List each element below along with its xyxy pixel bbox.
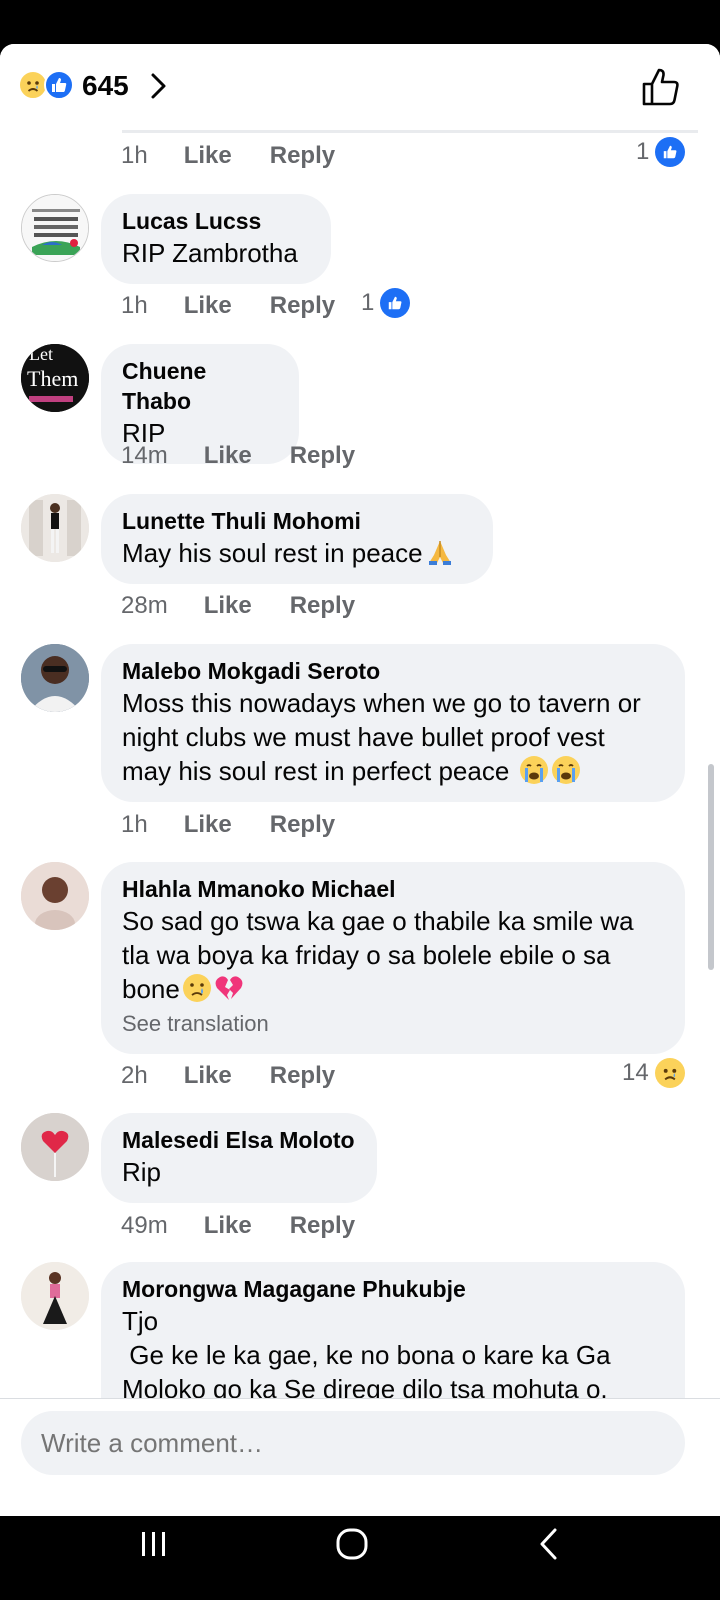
avatar[interactable] <box>21 194 89 262</box>
reactions-header: 645 <box>0 44 720 130</box>
like-link[interactable]: Like <box>204 592 252 620</box>
comment-bubble[interactable]: Hlahla Mmanoko Michael So sad go tswa ka… <box>101 862 685 1054</box>
comment-author[interactable]: Chuene Thabo <box>122 356 278 416</box>
like-icon <box>380 288 411 318</box>
chevron-right-icon[interactable] <box>146 72 172 100</box>
comment-composer <box>0 1398 720 1516</box>
loudly-crying-icon <box>551 755 581 785</box>
reply-link[interactable]: Reply <box>290 1212 355 1240</box>
comment-text-content: May his soul rest in peace <box>122 538 423 568</box>
comment-actions: 1h Like Reply <box>121 290 335 322</box>
comment-author[interactable]: Lucas Lucss <box>122 206 310 236</box>
avatar[interactable] <box>21 1262 89 1330</box>
reply-link[interactable]: Reply <box>270 142 335 170</box>
praying-hands-icon <box>425 537 455 567</box>
comment-text: Rip <box>122 1157 162 1187</box>
svg-text:Let: Let <box>29 344 53 364</box>
comment-time: 14m <box>121 442 168 469</box>
reply-link[interactable]: Reply <box>270 292 335 320</box>
reaction-number: 1 <box>636 138 650 165</box>
thumbs-up-icon[interactable] <box>640 66 682 108</box>
avatar[interactable]: Let Them <box>21 344 89 412</box>
comment-bubble[interactable]: Malesedi Elsa Moloto Rip <box>101 1113 377 1203</box>
comment-actions: 1h Like Reply <box>121 140 335 172</box>
comment-author[interactable]: Malesedi Elsa Moloto <box>122 1125 356 1155</box>
comment-time: 1h <box>121 292 148 319</box>
reply-link[interactable]: Reply <box>290 592 355 620</box>
avatar[interactable] <box>21 1113 89 1181</box>
home-icon[interactable] <box>330 1522 374 1566</box>
comment-actions: 1h Like Reply <box>121 809 335 841</box>
reply-link[interactable]: Reply <box>270 1062 335 1090</box>
comment-text: May his soul rest in peace <box>122 536 472 570</box>
comment-time: 49m <box>121 1212 168 1239</box>
like-reaction-icon <box>44 70 74 100</box>
comment-reaction-count[interactable]: 14 <box>622 1058 685 1088</box>
comment-text: Tjo Ge ke le ka gae, ke no bona o kare k… <box>122 1306 611 1404</box>
comment-bubble[interactable]: Lunette Thuli Mohomi May his soul rest i… <box>101 494 493 584</box>
crying-face-icon <box>182 973 212 1003</box>
comment-bubble[interactable]: Malebo Mokgadi Seroto Moss this nowadays… <box>101 644 685 802</box>
status-bar <box>0 0 720 44</box>
sad-reaction-icon <box>654 1058 685 1088</box>
comment-actions: 14m Like Reply <box>121 440 355 472</box>
comment-text: So sad go tswa ka gae o thabile ka smile… <box>122 904 664 1006</box>
see-translation-link[interactable]: See translation <box>122 1008 664 1040</box>
divider <box>122 130 698 133</box>
comments-sheet: 645 1h Like Reply 1 Lucas Lucss RIP Zamb… <box>0 44 720 1516</box>
reaction-number: 1 <box>361 289 375 316</box>
broken-heart-icon <box>214 973 244 1003</box>
loudly-crying-icon <box>519 755 549 785</box>
comment-actions: 2h Like Reply <box>121 1060 335 1092</box>
reply-link[interactable]: Reply <box>270 811 335 839</box>
avatar[interactable] <box>21 644 89 712</box>
comment-bubble[interactable]: Lucas Lucss RIP Zambrotha <box>101 194 331 284</box>
reaction-count[interactable]: 645 <box>82 70 129 102</box>
like-link[interactable]: Like <box>184 292 232 320</box>
comment-author[interactable]: Lunette Thuli Mohomi <box>122 506 472 536</box>
reply-link[interactable]: Reply <box>290 442 355 470</box>
comment-reaction-count[interactable]: 1 <box>636 137 686 167</box>
comment-reaction-count[interactable]: 1 <box>361 288 411 318</box>
scrollbar[interactable] <box>708 764 714 970</box>
back-icon[interactable] <box>528 1522 572 1566</box>
recent-apps-icon[interactable] <box>132 1522 176 1566</box>
comment-author[interactable]: Hlahla Mmanoko Michael <box>122 874 664 904</box>
comment-author[interactable]: Malebo Mokgadi Seroto <box>122 656 664 686</box>
like-link[interactable]: Like <box>184 1062 232 1090</box>
like-link[interactable]: Like <box>184 142 232 170</box>
reaction-summary[interactable] <box>18 70 78 102</box>
comment-time: 28m <box>121 592 168 619</box>
comment-time: 2h <box>121 1062 148 1089</box>
comment-time: 1h <box>121 811 148 838</box>
comment-actions: 28m Like Reply <box>121 590 355 622</box>
comment-text: RIP Zambrotha <box>122 238 298 268</box>
comment-actions: 49m Like Reply <box>121 1210 355 1242</box>
like-icon <box>655 137 686 167</box>
avatar[interactable] <box>21 862 89 930</box>
avatar[interactable] <box>21 494 89 562</box>
write-comment-input[interactable] <box>21 1411 685 1475</box>
like-link[interactable]: Like <box>204 442 252 470</box>
comment-author[interactable]: Morongwa Magagane Phukubje <box>122 1274 664 1304</box>
reaction-number: 14 <box>622 1059 649 1086</box>
comment-text: Moss this nowadays when we go to tavern … <box>122 686 664 788</box>
like-link[interactable]: Like <box>204 1212 252 1240</box>
comment-time: 1h <box>121 142 148 169</box>
like-link[interactable]: Like <box>184 811 232 839</box>
svg-text:Them: Them <box>27 366 78 391</box>
